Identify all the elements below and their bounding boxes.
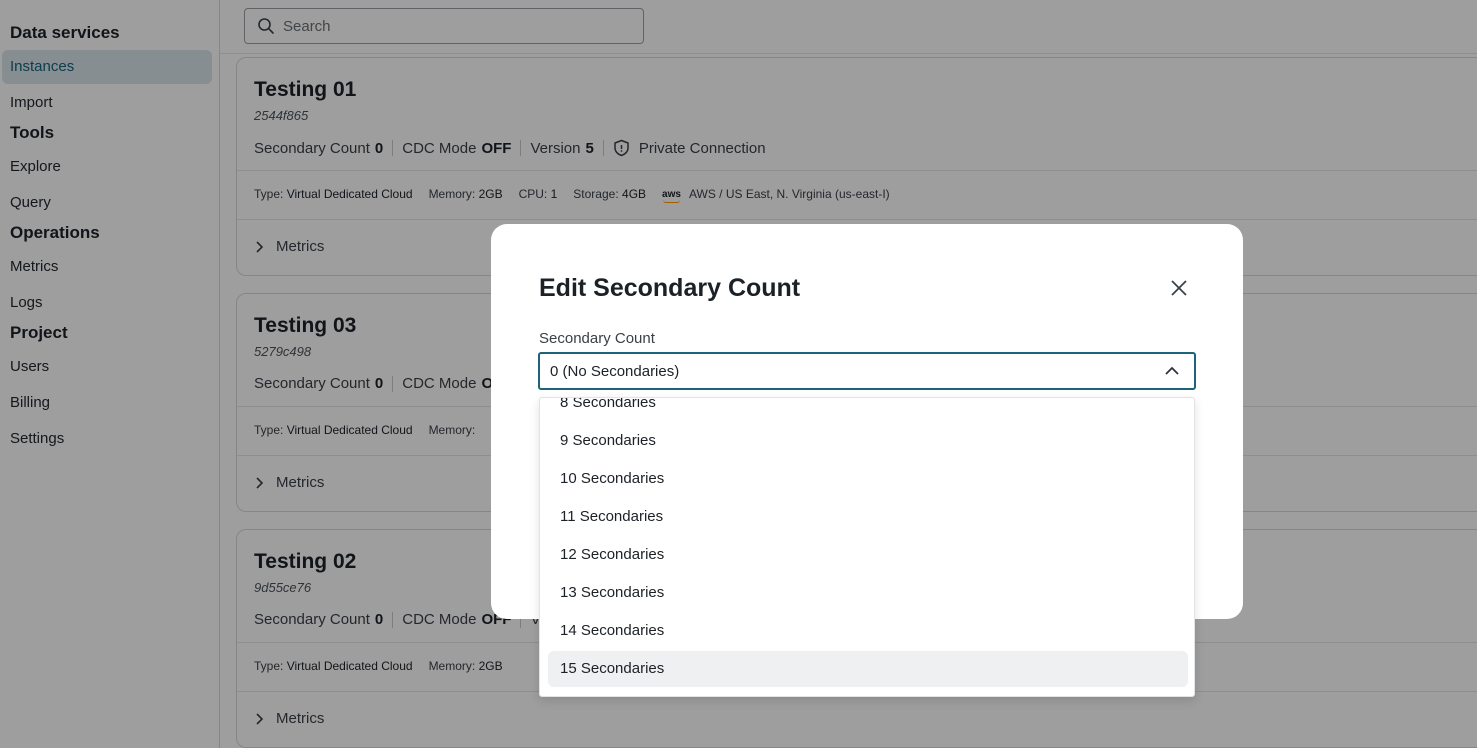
option-12-secondaries[interactable]: 12 Secondaries <box>548 537 1188 573</box>
chevron-up-icon <box>1165 366 1179 375</box>
selected-value: 0 (No Secondaries) <box>550 362 680 380</box>
option-14-secondaries[interactable]: 14 Secondaries <box>548 613 1188 649</box>
option-8-secondaries[interactable]: 8 Secondaries <box>548 398 1188 421</box>
modal-title: Edit Secondary Count <box>539 274 801 302</box>
option-9-secondaries[interactable]: 9 Secondaries <box>548 423 1188 459</box>
close-button[interactable] <box>1167 276 1191 300</box>
close-icon <box>1171 280 1187 296</box>
secondary-count-options: 8 Secondaries 9 Secondaries 10 Secondari… <box>539 397 1195 697</box>
option-15-secondaries[interactable]: 15 Secondaries <box>548 651 1188 687</box>
option-10-secondaries[interactable]: 10 Secondaries <box>548 461 1188 497</box>
option-11-secondaries[interactable]: 11 Secondaries <box>548 499 1188 535</box>
secondary-count-select[interactable]: 0 (No Secondaries) <box>538 352 1196 390</box>
secondary-count-field-label: Secondary Count <box>539 330 655 347</box>
option-13-secondaries[interactable]: 13 Secondaries <box>548 575 1188 611</box>
